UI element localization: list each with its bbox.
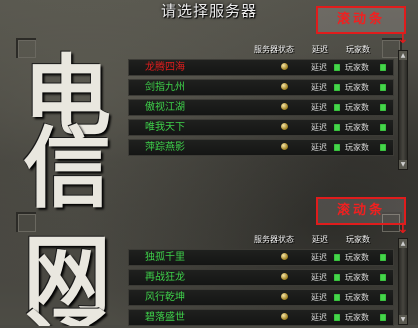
server-select-screen: 请选择服务器 电 信 网 通 滚动条 ↓ 滚动条 ↓ 服务器状态 延迟 玩家数 …	[0, 0, 418, 326]
players-indicator-icon	[380, 104, 386, 111]
players-indicator-icon	[380, 274, 386, 281]
delay-label: 延迟	[311, 293, 327, 302]
server-name[interactable]: 唯我天下	[145, 120, 185, 135]
delay-label: 延迟	[311, 143, 327, 152]
delay-label: 延迟	[311, 83, 327, 92]
players-indicator-icon	[380, 84, 386, 91]
players-indicator-icon	[380, 64, 386, 71]
scrollbar-annotation: 滚动条	[316, 197, 406, 225]
delay-label: 延迟	[311, 313, 327, 322]
server-name[interactable]: 剑指九州	[145, 80, 185, 95]
category-netcom-char: 通	[8, 306, 126, 326]
server-status-icon	[281, 103, 288, 110]
server-name[interactable]: 碧落盛世	[145, 310, 185, 325]
players-indicator-icon	[380, 124, 386, 131]
players-indicator-icon	[380, 314, 386, 321]
server-status-icon	[281, 273, 288, 280]
players-indicator-icon	[380, 144, 386, 151]
server-name[interactable]: 傲视江湖	[145, 100, 185, 115]
server-row[interactable]: 独孤千里 延迟 玩家数	[128, 249, 394, 266]
server-row[interactable]: 剑指九州 延迟 玩家数	[128, 79, 394, 96]
header-delay: 延迟	[312, 45, 328, 54]
server-name[interactable]: 风行乾坤	[145, 290, 185, 305]
server-list-scrollbar[interactable]: ▲ ▼	[398, 238, 408, 325]
header-players: 玩家数	[346, 45, 370, 54]
players-label: 玩家数	[345, 103, 369, 112]
players-label: 玩家数	[345, 293, 369, 302]
delay-indicator-icon	[334, 294, 340, 301]
delay-label: 延迟	[311, 123, 327, 132]
server-status-icon	[281, 313, 288, 320]
delay-indicator-icon	[334, 124, 340, 131]
arrow-down-icon: ↓	[397, 221, 409, 237]
server-status-icon	[281, 293, 288, 300]
players-label: 玩家数	[345, 273, 369, 282]
players-label: 玩家数	[345, 253, 369, 262]
server-status-icon	[281, 63, 288, 70]
server-status-icon	[281, 253, 288, 260]
server-row[interactable]: 龙腾四海 延迟 玩家数	[128, 59, 394, 76]
server-list-netcom: 服务器状态 延迟 玩家数 独孤千里 延迟 玩家数 再战狂龙 延迟 玩家数 风行乾坤 延迟 玩家数…	[126, 234, 394, 326]
delay-label: 延迟	[311, 253, 327, 262]
players-label: 玩家数	[345, 143, 369, 152]
server-row[interactable]: 傲视江湖 延迟 玩家数	[128, 99, 394, 116]
server-status-icon	[281, 123, 288, 130]
delay-label: 延迟	[311, 63, 327, 72]
scrollbar-annotation: 滚动条	[316, 6, 406, 34]
server-row[interactable]: 萍踪燕影 延迟 玩家数	[128, 139, 394, 156]
server-list-telecom: 服务器状态 延迟 玩家数 龙腾四海 延迟 玩家数 剑指九州 延迟 玩家数 傲视江湖 延迟 玩家数…	[126, 44, 394, 162]
delay-indicator-icon	[334, 144, 340, 151]
delay-label: 延迟	[311, 103, 327, 112]
scroll-down-icon[interactable]: ▼	[399, 315, 407, 324]
delay-label: 延迟	[311, 273, 327, 282]
scroll-up-icon[interactable]: ▲	[399, 51, 407, 60]
server-row[interactable]: 再战狂龙 延迟 玩家数	[128, 269, 394, 286]
header-players: 玩家数	[346, 235, 370, 244]
server-name[interactable]: 再战狂龙	[145, 270, 185, 285]
scroll-down-icon[interactable]: ▼	[399, 160, 407, 169]
server-status-icon	[281, 83, 288, 90]
delay-indicator-icon	[334, 64, 340, 71]
server-list-scrollbar[interactable]: ▲ ▼	[398, 50, 408, 170]
server-name[interactable]: 萍踪燕影	[145, 140, 185, 155]
header-delay: 延迟	[312, 235, 328, 244]
players-indicator-icon	[380, 294, 386, 301]
category-telecom-char: 信	[22, 116, 111, 220]
players-indicator-icon	[380, 254, 386, 261]
players-label: 玩家数	[345, 63, 369, 72]
delay-indicator-icon	[334, 254, 340, 261]
arrow-down-icon: ↓	[397, 31, 409, 47]
server-row[interactable]: 风行乾坤 延迟 玩家数	[128, 289, 394, 306]
delay-indicator-icon	[334, 84, 340, 91]
delay-indicator-icon	[334, 104, 340, 111]
server-status-icon	[281, 143, 288, 150]
players-label: 玩家数	[345, 123, 369, 132]
server-row[interactable]: 碧落盛世 延迟 玩家数	[128, 309, 394, 326]
players-label: 玩家数	[345, 313, 369, 322]
scroll-up-icon[interactable]: ▲	[399, 239, 407, 248]
server-name[interactable]: 龙腾四海	[145, 60, 185, 75]
server-row[interactable]: 唯我天下 延迟 玩家数	[128, 119, 394, 136]
players-label: 玩家数	[345, 83, 369, 92]
server-name[interactable]: 独孤千里	[145, 250, 185, 265]
header-server-status: 服务器状态	[254, 235, 294, 244]
header-server-status: 服务器状态	[254, 45, 294, 54]
delay-indicator-icon	[334, 274, 340, 281]
delay-indicator-icon	[334, 314, 340, 321]
